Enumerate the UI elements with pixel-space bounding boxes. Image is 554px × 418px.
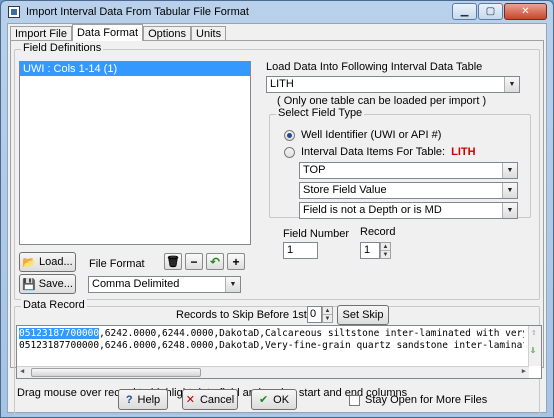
scroll-right-icon[interactable]: ▶ [522,367,526,375]
skip-input[interactable]: 0 [307,306,322,323]
store-mode-select[interactable]: Store Field Value ▼ [299,182,518,199]
field-definitions-legend: Field Definitions [21,42,104,54]
title-bar[interactable]: Import Interval Data From Tabular File F… [1,1,553,23]
trash-icon: 🗑 [166,256,180,268]
chevron-down-icon: ▼ [504,77,519,92]
record-input[interactable]: 1 [360,242,380,259]
app-icon [8,6,20,18]
data-record-view[interactable]: 05123187700000,6242.0000,6244.0000,Dakot… [16,325,542,379]
undo-icon: ↶ [209,254,221,269]
spin-up-icon[interactable]: ▲ [323,307,332,314]
scroll-down-icon[interactable]: ⇩ [530,345,536,356]
tab-strip: Import File Data Format Options Units [10,24,227,41]
cancel-button[interactable]: ✕ Cancel [182,389,238,410]
spin-up-icon[interactable]: ▲ [381,243,390,250]
tab-import-file[interactable]: Import File [10,26,72,41]
help-button[interactable]: ? Help [118,389,168,410]
depth-type-select[interactable]: Field is not a Depth or is MD ▼ [299,202,518,219]
close-button[interactable]: ✕ [504,3,547,20]
field-number-input[interactable]: 1 [283,242,318,259]
radio-well-identifier[interactable]: Well Identifier (UWI or API #) [284,129,441,141]
record-spinner[interactable]: ▲ ▼ [380,242,391,259]
list-item[interactable]: UWI : Cols 1-14 (1) [20,62,250,76]
load-icon: 📂 [22,256,37,269]
record-line-1[interactable]: 05123187700000,6242.0000,6244.0000,Dakot… [19,328,524,340]
vertical-scrollbar[interactable]: ⇧ ⇩ [528,326,541,366]
ok-button[interactable]: ✔ OK [251,389,297,410]
chevron-down-icon: ▼ [502,183,517,198]
interval-item-select[interactable]: TOP ▼ [299,162,518,179]
interval-table-name: LITH [451,146,476,158]
table-select[interactable]: LITH ▼ [266,76,520,93]
select-field-type-legend: Select Field Type [276,107,365,119]
checkbox-box [349,394,360,406]
record-label: Record [360,226,396,238]
file-format-label: File Format [89,258,145,270]
chevron-down-icon: ▼ [502,163,517,178]
tab-data-format[interactable]: Data Format [71,24,144,41]
save-button[interactable]: 💾 Save... [19,274,76,294]
save-icon: 💾 [22,278,36,291]
plus-icon: + [232,254,240,269]
spin-down-icon[interactable]: ▼ [323,314,332,322]
file-format-select[interactable]: Comma Delimited ▼ [88,276,241,293]
add-button[interactable]: + [227,253,245,270]
cancel-icon: ✕ [185,394,195,406]
load-button[interactable]: 📂 Load... [19,252,76,272]
dialog-window: Import Interval Data From Tabular File F… [0,0,554,418]
scroll-up-icon[interactable]: ⇧ [531,328,536,338]
check-icon: ✔ [258,394,269,406]
close-icon: ✕ [521,6,530,17]
field-number-label: Field Number [283,228,350,240]
chevron-down-icon: ▼ [502,203,517,218]
radio-dot [284,146,295,158]
minus-icon: − [190,254,198,269]
record-line-2[interactable]: 05123187700000,6246.0000,6248.0000,Dakot… [19,340,524,352]
radio-interval-items[interactable]: Interval Data Items For Table: LITH [284,146,476,158]
scroll-left-icon[interactable]: ◀ [20,367,24,375]
minimize-button[interactable]: ▁ [452,3,477,20]
table-label: Load Data Into Following Interval Data T… [266,61,483,73]
stay-open-checkbox[interactable]: Stay Open for More Files [349,394,487,406]
radio-dot [284,129,295,141]
highlighted-field: 05123187700000 [19,328,100,339]
dialog-client: Import File Data Format Options Units Fi… [7,23,547,416]
tab-options[interactable]: Options [143,26,192,41]
undo-button[interactable]: ↶ [206,253,224,270]
set-skip-button[interactable]: Set Skip [337,305,389,325]
help-icon: ? [125,393,133,406]
spin-down-icon[interactable]: ▼ [381,250,390,258]
table-note: ( Only one table can be loaded per impor… [277,95,487,107]
tab-units[interactable]: Units [191,26,227,41]
data-record-legend: Data Record [21,299,87,311]
maximize-icon: ▢ [485,6,496,17]
maximize-button[interactable]: ▢ [478,3,503,20]
window-title: Import Interval Data From Tabular File F… [26,6,249,18]
minimize-icon: ▁ [460,6,469,17]
delete-button[interactable]: 🗑 [164,253,182,270]
chevron-down-icon: ▼ [225,277,240,292]
skip-spinner[interactable]: ▲ ▼ [322,306,333,323]
remove-button[interactable]: − [185,253,203,270]
horizontal-scrollbar[interactable]: ◀ ▶ [17,366,529,378]
field-definitions-list[interactable]: UWI : Cols 1-14 (1) [19,61,251,245]
scroll-thumb[interactable] [31,368,201,377]
